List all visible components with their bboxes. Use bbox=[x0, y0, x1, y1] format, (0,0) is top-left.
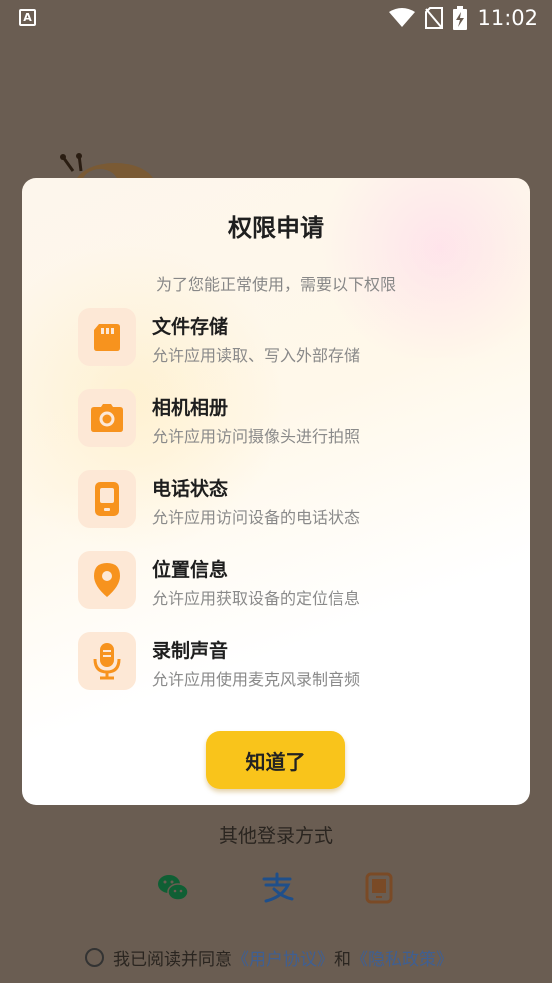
permission-dialog: 权限申请 为了您能正常使用，需要以下权限 文件存储 允许应用读取、写入外部存储 bbox=[22, 178, 530, 805]
clock-time: 11:02 bbox=[477, 6, 538, 30]
camera-icon bbox=[78, 389, 136, 447]
permission-description: 允许应用访问设备的电话状态 bbox=[152, 508, 361, 527]
permission-item-location: 位置信息 允许应用获取设备的定位信息 bbox=[78, 551, 498, 611]
location-icon bbox=[78, 551, 136, 609]
permission-item-microphone: 录制声音 允许应用使用麦克风录制音频 bbox=[78, 632, 498, 692]
status-bar: A 11:02 bbox=[0, 0, 552, 38]
agreement-and: 和 bbox=[334, 950, 351, 970]
confirm-button[interactable]: 知道了 bbox=[206, 731, 345, 789]
permission-title: 文件存储 bbox=[152, 316, 229, 338]
text-input-notification-icon: A bbox=[19, 9, 36, 26]
phone-icon bbox=[78, 470, 136, 528]
wifi-icon bbox=[389, 8, 416, 28]
permission-title: 相机相册 bbox=[152, 397, 229, 419]
permission-title: 电话状态 bbox=[152, 478, 229, 500]
permission-description: 允许应用获取设备的定位信息 bbox=[152, 589, 361, 608]
dialog-title: 权限申请 bbox=[228, 214, 324, 242]
microphone-icon bbox=[78, 632, 136, 690]
permission-description: 允许应用读取、写入外部存储 bbox=[152, 346, 361, 365]
sd-card-icon bbox=[78, 308, 136, 366]
user-agreement-link[interactable]: 《用户协议》 bbox=[232, 945, 334, 970]
permission-description: 允许应用使用麦克风录制音频 bbox=[152, 670, 361, 689]
permission-item-storage: 文件存储 允许应用读取、写入外部存储 bbox=[78, 308, 498, 368]
no-sim-icon bbox=[425, 7, 444, 29]
permission-item-camera: 相机相册 允许应用访问摄像头进行拍照 bbox=[78, 389, 498, 449]
wechat-icon[interactable] bbox=[156, 871, 190, 905]
dialog-subtitle: 为了您能正常使用，需要以下权限 bbox=[155, 275, 396, 294]
phone-login-icon[interactable] bbox=[362, 871, 396, 905]
battery-charging-icon bbox=[453, 6, 468, 30]
agreement-row: 我已阅读并同意 《用户协议》 和 《隐私政策》 bbox=[85, 945, 453, 970]
agree-radio[interactable] bbox=[85, 948, 104, 967]
alipay-icon[interactable] bbox=[260, 871, 294, 905]
permission-item-phone-state: 电话状态 允许应用访问设备的电话状态 bbox=[78, 470, 498, 530]
agreement-prefix: 我已阅读并同意 bbox=[113, 950, 232, 970]
permission-title: 位置信息 bbox=[152, 559, 229, 581]
privacy-policy-link[interactable]: 《隐私政策》 bbox=[351, 945, 453, 970]
permission-title: 录制声音 bbox=[152, 640, 229, 662]
permission-description: 允许应用访问摄像头进行拍照 bbox=[152, 427, 361, 446]
other-login-label: 其他登录方式 bbox=[218, 825, 333, 847]
